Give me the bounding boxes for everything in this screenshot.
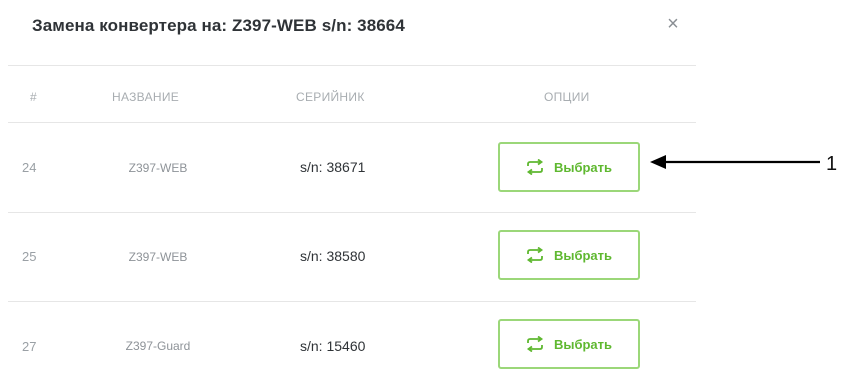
replace-converter-modal: Замена конвертера на: Z397-WEB s/n: 3866… [0,0,696,382]
table-row: 27 Z397-Guard s/n: 15460 Выбрать [0,302,696,382]
row-number: 27 [22,339,37,354]
select-button[interactable]: Выбрать [498,319,640,369]
select-button[interactable]: Выбрать [498,230,640,280]
row-number: 25 [22,249,37,264]
column-header-name: НАЗВАНИЕ [112,90,180,104]
swap-arrows-icon [526,336,544,352]
column-header-num: # [30,90,37,104]
converter-name: Z397-Guard [125,339,191,353]
converter-name: Z397-WEB [128,161,188,175]
close-icon[interactable]: × [663,14,683,34]
row-number: 24 [22,160,37,175]
header-divider [8,65,696,66]
annotation-arrow-icon [650,155,820,169]
column-header-serial: СЕРИЙНИК [296,90,365,104]
page: Замена конвертера на: Z397-WEB s/n: 3866… [0,0,851,382]
serial-number: s/n: 15460 [300,338,366,354]
annotation-label: 1 [826,153,838,175]
table-row: 24 Z397-WEB s/n: 38671 Выбрать [0,123,696,211]
converter-name: Z397-WEB [128,250,188,264]
column-header-options: ОПЦИИ [544,90,590,104]
table-row: 25 Z397-WEB s/n: 38580 Выбрать [0,213,696,301]
serial-number: s/n: 38580 [300,248,366,264]
serial-number: s/n: 38671 [300,159,366,175]
swap-arrows-icon [526,159,544,175]
select-button-label: Выбрать [553,336,613,352]
select-button-label: Выбрать [553,247,613,263]
select-button[interactable]: Выбрать [498,142,640,192]
modal-title: Замена конвертера на: Z397-WEB s/n: 3866… [32,16,405,35]
swap-arrows-icon [526,247,544,263]
select-button-label: Выбрать [553,159,613,175]
